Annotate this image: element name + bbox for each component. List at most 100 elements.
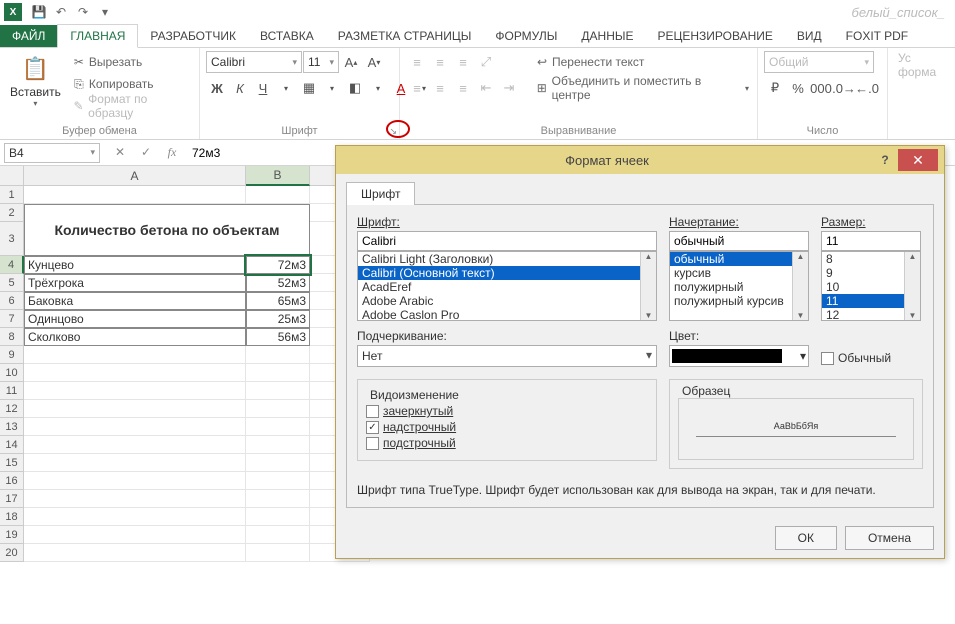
- row-header-12[interactable]: 12: [0, 400, 24, 418]
- tab-foxit[interactable]: FOXIT PDF: [834, 25, 920, 47]
- list-item[interactable]: Calibri (Основной текст): [358, 266, 656, 280]
- row-header-2[interactable]: 2: [0, 204, 24, 222]
- list-item[interactable]: AcadEref: [358, 280, 656, 294]
- cell-B12[interactable]: [246, 400, 310, 418]
- list-item[interactable]: курсив: [670, 266, 808, 280]
- cell-A9[interactable]: [24, 346, 246, 364]
- align-center[interactable]: ≡: [429, 77, 451, 99]
- style-listbox[interactable]: обычныйкурсивполужирныйполужирный курсив: [669, 251, 809, 321]
- shrink-font-button[interactable]: A▾: [363, 51, 385, 73]
- row-header-3[interactable]: 3: [0, 222, 24, 256]
- scrollbar[interactable]: [904, 252, 920, 320]
- row-header-7[interactable]: 7: [0, 310, 24, 328]
- cell-B20[interactable]: [246, 544, 310, 562]
- cell-A11[interactable]: [24, 382, 246, 400]
- fill-more[interactable]: ▾: [367, 77, 389, 99]
- list-item[interactable]: обычный: [670, 252, 808, 266]
- underline-more[interactable]: ▾: [275, 77, 297, 99]
- super-checkbox[interactable]: ✓надстрочный: [366, 420, 648, 434]
- tab-view[interactable]: ВИД: [785, 25, 834, 47]
- row-header-18[interactable]: 18: [0, 508, 24, 526]
- row-header-6[interactable]: 6: [0, 292, 24, 310]
- cell-A10[interactable]: [24, 364, 246, 382]
- font-name-input[interactable]: [357, 231, 657, 251]
- align-right[interactable]: ≡: [452, 77, 474, 99]
- currency-button[interactable]: ₽: [764, 77, 786, 99]
- cell-B10[interactable]: [246, 364, 310, 382]
- tab-file[interactable]: ФАЙЛ: [0, 25, 57, 47]
- comma-button[interactable]: 000: [810, 77, 832, 99]
- accept-formula[interactable]: ✓: [136, 143, 156, 163]
- font-name-combo[interactable]: Calibri▾: [206, 51, 302, 73]
- percent-button[interactable]: %: [787, 77, 809, 99]
- format-painter-button[interactable]: ✎Формат по образцу: [69, 95, 193, 117]
- size-listbox[interactable]: 8910111214: [821, 251, 921, 321]
- underline-button[interactable]: Ч: [252, 77, 274, 99]
- italic-button[interactable]: К: [229, 77, 251, 99]
- paste-button[interactable]: 📋 Вставить ▾: [6, 51, 65, 110]
- cell-A5[interactable]: Трёхгрока: [24, 274, 246, 292]
- list-item[interactable]: Calibri Light (Заголовки): [358, 252, 656, 266]
- bold-button[interactable]: Ж: [206, 77, 228, 99]
- row-header-11[interactable]: 11: [0, 382, 24, 400]
- list-item[interactable]: полужирный курсив: [670, 294, 808, 308]
- select-all-corner[interactable]: [0, 166, 24, 186]
- tab-formulas[interactable]: ФОРМУЛЫ: [483, 25, 569, 47]
- cell-A13[interactable]: [24, 418, 246, 436]
- tab-page-layout[interactable]: РАЗМЕТКА СТРАНИЦЫ: [326, 25, 484, 47]
- cell-B9[interactable]: [246, 346, 310, 364]
- list-item[interactable]: Adobe Arabic: [358, 294, 656, 308]
- cell-A16[interactable]: [24, 472, 246, 490]
- cell-A4[interactable]: Кунцево: [24, 256, 246, 274]
- cell-B14[interactable]: [246, 436, 310, 454]
- cell-B1[interactable]: [246, 186, 310, 204]
- dialog-close-button[interactable]: ✕: [898, 149, 938, 171]
- dialog-help-button[interactable]: ?: [872, 149, 898, 171]
- border-button[interactable]: ▦: [298, 77, 320, 99]
- inc-decimal[interactable]: .0→: [833, 77, 855, 99]
- row-header-10[interactable]: 10: [0, 364, 24, 382]
- row-header-20[interactable]: 20: [0, 544, 24, 562]
- col-header-A[interactable]: A: [24, 166, 246, 186]
- qat-redo[interactable]: ↷: [72, 1, 94, 23]
- row-header-5[interactable]: 5: [0, 274, 24, 292]
- wrap-text-button[interactable]: ↩Перенести текст: [532, 51, 751, 73]
- qat-more[interactable]: ▾: [94, 1, 116, 23]
- color-combo[interactable]: ▾: [669, 345, 809, 367]
- cell-B13[interactable]: [246, 418, 310, 436]
- row-header-19[interactable]: 19: [0, 526, 24, 544]
- tab-home[interactable]: ГЛАВНАЯ: [57, 24, 138, 48]
- cancel-formula[interactable]: ✕: [110, 143, 130, 163]
- cell-A19[interactable]: [24, 526, 246, 544]
- fill-button[interactable]: ◧: [344, 77, 366, 99]
- style-input[interactable]: [669, 231, 809, 251]
- ok-button[interactable]: ОК: [775, 526, 837, 550]
- strike-checkbox[interactable]: зачеркнутый: [366, 404, 648, 418]
- row-header-17[interactable]: 17: [0, 490, 24, 508]
- cell-B16[interactable]: [246, 472, 310, 490]
- align-bottom[interactable]: ≡: [452, 51, 474, 73]
- cell-B19[interactable]: [246, 526, 310, 544]
- fx-button[interactable]: fx: [162, 143, 182, 163]
- align-left[interactable]: ≡: [406, 77, 428, 99]
- cell-A1[interactable]: [24, 186, 246, 204]
- qat-undo[interactable]: ↶: [50, 1, 72, 23]
- table-title[interactable]: Количество бетона по объектам: [24, 204, 310, 256]
- row-header-13[interactable]: 13: [0, 418, 24, 436]
- cell-B4[interactable]: 72м3: [246, 256, 310, 274]
- row-header-8[interactable]: 8: [0, 328, 24, 346]
- row-header-1[interactable]: 1: [0, 186, 24, 204]
- list-item[interactable]: Adobe Caslon Pro: [358, 308, 656, 321]
- grow-font-button[interactable]: A▴: [340, 51, 362, 73]
- merge-button[interactable]: ⊞Объединить и поместить в центре▾: [532, 77, 751, 99]
- cell-B8[interactable]: 56м3: [246, 328, 310, 346]
- font-dialog-launcher[interactable]: ↘: [389, 126, 397, 137]
- cancel-button[interactable]: Отмена: [845, 526, 934, 550]
- orientation[interactable]: ⤢: [475, 51, 497, 73]
- size-input[interactable]: [821, 231, 921, 251]
- align-top[interactable]: ≡: [406, 51, 428, 73]
- align-middle[interactable]: ≡: [429, 51, 451, 73]
- tab-developer[interactable]: РАЗРАБОТЧИК: [138, 25, 248, 47]
- normal-checkbox[interactable]: Обычный: [821, 351, 921, 365]
- tab-review[interactable]: РЕЦЕНЗИРОВАНИЕ: [646, 25, 785, 47]
